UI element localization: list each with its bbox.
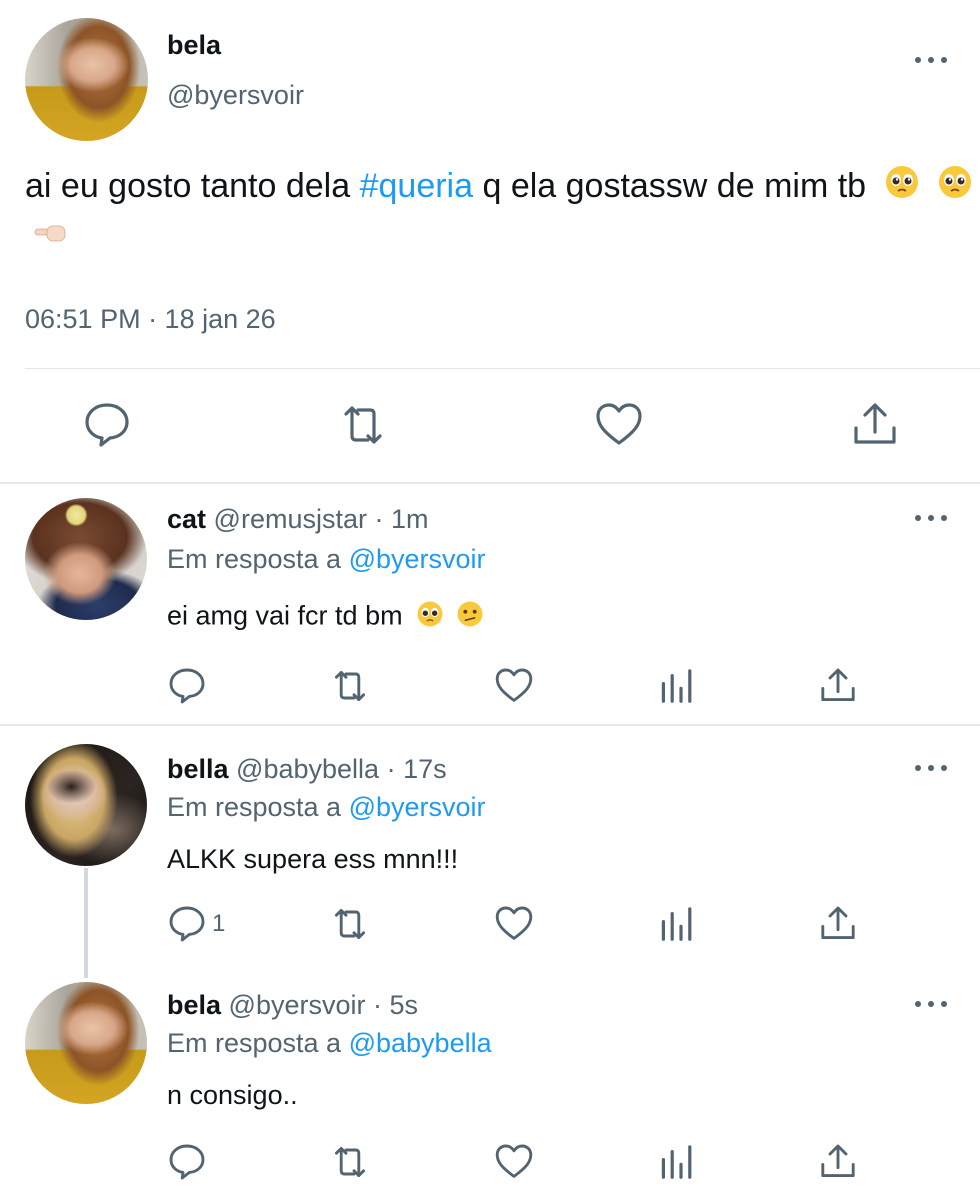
retweet-icon[interactable] <box>330 666 370 706</box>
reply-to-link[interactable]: @byersvoir <box>349 544 486 574</box>
more-options-icon[interactable] <box>915 54 947 66</box>
hashtag-link[interactable]: #queria <box>360 167 473 205</box>
avatar[interactable] <box>25 498 147 620</box>
reply-time: · 1m <box>374 504 429 534</box>
pointing-left-hand-icon <box>33 214 69 263</box>
confused-face-icon <box>456 600 484 635</box>
retweet-icon[interactable] <box>338 400 388 450</box>
reply-text: ALKK supera ess mnn!!! <box>167 844 458 875</box>
reply-tweet[interactable]: bela @byersvoir · 5s Em resposta a @baby… <box>0 976 980 1200</box>
avatar[interactable] <box>25 18 148 141</box>
analytics-icon[interactable] <box>657 666 697 706</box>
divider <box>25 368 980 369</box>
reply-text-body: ei amg vai fcr td bm <box>167 600 403 631</box>
reply-to-link[interactable]: @babybella <box>349 1028 492 1058</box>
main-tweet: bela @byersvoir ai eu gosto tanto dela #… <box>0 0 980 482</box>
reply-header: bela @byersvoir · 5s <box>167 990 418 1021</box>
reply-text: ei amg vai fcr td bm <box>167 600 484 635</box>
avatar[interactable] <box>25 744 147 866</box>
reply-context: Em resposta a @byersvoir <box>167 544 486 575</box>
reply-icon[interactable] <box>167 904 207 944</box>
reply-text: n consigo.. <box>167 1080 298 1111</box>
pleading-face-icon <box>416 600 444 635</box>
reply-header: cat @remusjstar · 1m <box>167 504 429 535</box>
tweet-text-part: ai eu gosto tanto dela <box>25 167 360 205</box>
reply-text-body: n consigo.. <box>167 1080 298 1110</box>
reply-prefix: Em resposta a <box>167 792 342 822</box>
reply-icon[interactable] <box>82 400 132 450</box>
reply-text-body: ALKK supera ess mnn!!! <box>167 844 459 874</box>
share-icon[interactable] <box>818 1142 858 1182</box>
author-handle[interactable]: @babybella <box>236 754 379 784</box>
reply-to-link[interactable]: @byersvoir <box>349 792 486 822</box>
tweet-text-part: q ela gostassw de mim tb <box>473 167 867 205</box>
like-icon[interactable] <box>494 904 534 944</box>
analytics-icon[interactable] <box>657 904 697 944</box>
reply-tweet[interactable]: cat @remusjstar · 1m Em resposta a @byer… <box>0 484 980 724</box>
like-icon[interactable] <box>494 1142 534 1182</box>
reply-icon[interactable] <box>167 666 207 706</box>
reply-header: bella @babybella · 17s <box>167 754 447 785</box>
more-options-icon[interactable] <box>915 762 947 774</box>
reply-prefix: Em resposta a <box>167 544 342 574</box>
share-icon[interactable] <box>818 904 858 944</box>
more-options-icon[interactable] <box>915 512 947 524</box>
share-icon[interactable] <box>818 666 858 706</box>
reply-time: · 5s <box>373 990 419 1020</box>
reply-tweet[interactable]: bella @babybella · 17s Em resposta a @by… <box>0 726 980 976</box>
pleading-face-icon <box>937 164 973 213</box>
author-name[interactable]: bela <box>167 30 221 61</box>
author-handle[interactable]: @remusjstar <box>214 504 367 534</box>
analytics-icon[interactable] <box>657 1142 697 1182</box>
reply-time: · 17s <box>386 754 447 784</box>
tweet-timestamp[interactable]: 06:51 PM · 18 jan 26 <box>25 304 276 335</box>
reply-context: Em resposta a @byersvoir <box>167 792 486 823</box>
reply-context: Em resposta a @babybella <box>167 1028 492 1059</box>
author-name[interactable]: bela <box>167 990 221 1020</box>
pleading-face-icon <box>884 164 920 213</box>
retweet-icon[interactable] <box>330 904 370 944</box>
author-name[interactable]: bella <box>167 754 229 784</box>
more-options-icon[interactable] <box>915 998 947 1010</box>
avatar[interactable] <box>25 982 147 1104</box>
like-icon[interactable] <box>594 400 644 450</box>
author-name[interactable]: cat <box>167 504 206 534</box>
reply-prefix: Em resposta a <box>167 1028 342 1058</box>
author-handle[interactable]: @byersvoir <box>167 80 304 111</box>
reply-count: 1 <box>212 910 226 937</box>
reply-icon[interactable] <box>167 1142 207 1182</box>
share-icon[interactable] <box>850 400 900 450</box>
tweet-text: ai eu gosto tanto dela #queria q ela gos… <box>25 162 975 263</box>
like-icon[interactable] <box>494 666 534 706</box>
author-handle[interactable]: @byersvoir <box>229 990 366 1020</box>
retweet-icon[interactable] <box>330 1142 370 1182</box>
